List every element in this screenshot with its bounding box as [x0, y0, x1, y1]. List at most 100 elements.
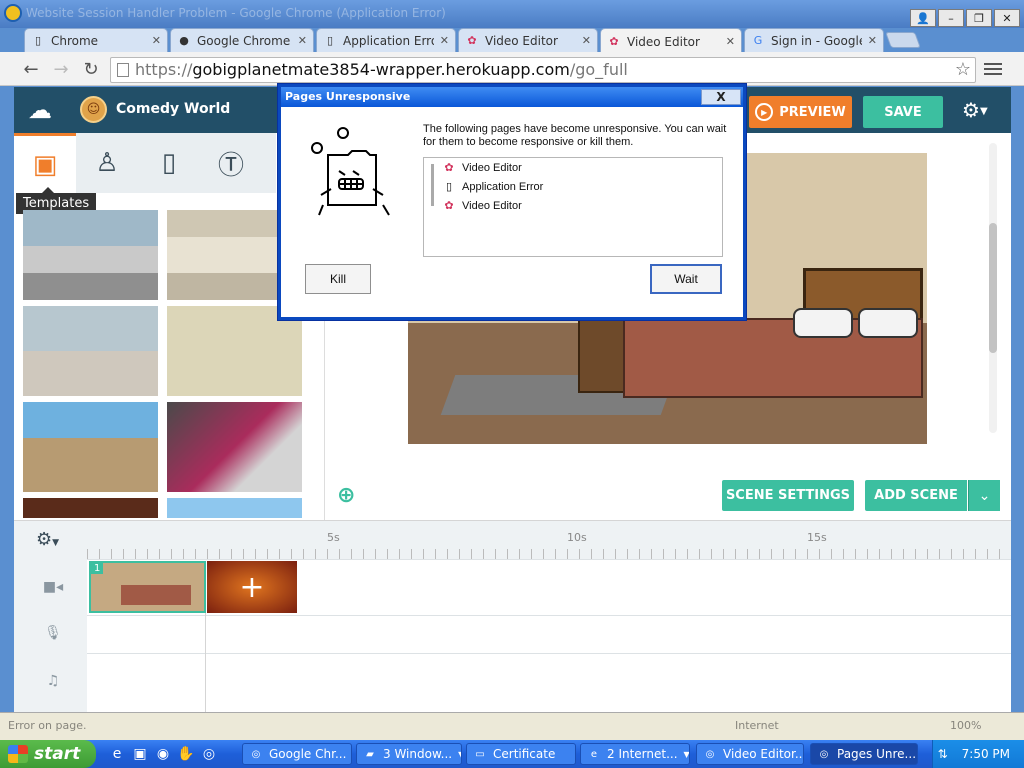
status-error-text[interactable]: Error on page. — [8, 719, 86, 732]
kill-button[interactable]: Kill — [305, 264, 371, 294]
maximize-button[interactable]: ❐ — [966, 9, 992, 27]
close-window-button[interactable]: ✕ — [994, 9, 1020, 27]
voice-track — [87, 615, 1011, 653]
track-divider — [205, 613, 206, 712]
address-bar[interactable]: https://gobigplanetmate3854-wrapper.hero… — [110, 57, 976, 83]
taskbar-item-label: Video Editor... — [723, 747, 804, 761]
preview-button[interactable]: ▶ PREVIEW — [749, 96, 852, 128]
forward-button[interactable]: → — [50, 58, 72, 80]
start-button[interactable]: start — [0, 740, 96, 768]
stage-scrollbar-thumb[interactable] — [989, 223, 997, 353]
scene-clip[interactable]: 1 — [89, 561, 206, 613]
clip-number: 1 — [91, 563, 104, 574]
dialog-close-button[interactable]: X — [701, 89, 741, 105]
status-zoom-text[interactable]: 100% — [950, 719, 981, 732]
minimize-button[interactable]: – — [938, 9, 964, 27]
tab-video-editor-active[interactable]: ✿ Video Editor ✕ — [600, 28, 742, 54]
tab-application-error[interactable]: ▯ Application Error ✕ — [316, 28, 456, 52]
template-thumbnail[interactable] — [167, 402, 302, 492]
chevron-down-icon: ▼ — [683, 749, 690, 759]
template-thumbnail[interactable] — [23, 498, 158, 518]
puzzle-icon: ✿ — [444, 200, 454, 212]
dialog-title: Pages Unresponsive X — [281, 87, 743, 107]
taskbar-item[interactable]: ◎ Google Chr... — [242, 743, 352, 765]
url-path: /go_full — [569, 60, 628, 79]
list-scrollbar[interactable] — [431, 164, 434, 206]
page-icon: ▯ — [445, 181, 453, 193]
tab-google-chrome[interactable]: ● Google Chrome - D ✕ — [170, 28, 314, 52]
tab-sign-in-google[interactable]: G Sign in - Google A ✕ — [744, 28, 884, 52]
settings-dropdown[interactable]: ⚙▼ — [962, 98, 988, 122]
window-title: Website Session Handler Problem - Google… — [26, 6, 446, 20]
tab-video-editor-1[interactable]: ✿ Video Editor ✕ — [458, 28, 598, 52]
save-button[interactable]: SAVE — [863, 96, 943, 128]
pages-unresponsive-dialog: Pages Unresponsive X The following pages… — [278, 84, 746, 320]
avatar[interactable]: ☺ — [80, 96, 107, 123]
player-icon[interactable]: ◉ — [154, 745, 172, 763]
close-tab-icon[interactable]: ✕ — [152, 34, 161, 47]
tab-chrome[interactable]: ▯ Chrome ✕ — [24, 28, 168, 52]
unresponsive-pages-list[interactable]: ✿ Video Editor ▯ Application Error ✿ Vid… — [423, 157, 723, 257]
tab-text[interactable]: Ⓣ — [200, 133, 262, 193]
tab-characters[interactable]: ♙ — [76, 133, 138, 193]
folder-icon: ▰ — [366, 748, 374, 760]
close-tab-icon[interactable]: ✕ — [440, 34, 449, 47]
list-item[interactable]: ✿ Video Editor — [442, 196, 521, 215]
taskbar-item-label: 3 Window... — [383, 747, 453, 761]
list-item-label: Application Error — [462, 180, 544, 193]
hand-icon[interactable]: ✋ — [177, 745, 195, 763]
close-tab-icon[interactable]: ✕ — [298, 34, 307, 47]
media-icon[interactable]: ▣ — [131, 745, 149, 763]
bookmark-star-icon[interactable]: ☆ — [955, 58, 971, 82]
ie-icon[interactable]: e — [108, 745, 126, 763]
taskbar-item-label: Certificate — [493, 747, 556, 761]
chrome-menu-icon[interactable] — [984, 60, 1002, 78]
timeline-settings[interactable]: ⚙▼ — [36, 529, 59, 550]
close-tab-icon[interactable]: ✕ — [726, 35, 735, 48]
url-host: gobigplanetmate3854-wrapper.herokuapp.co… — [192, 60, 570, 79]
close-tab-icon[interactable]: ✕ — [582, 34, 591, 47]
page-icon: ▯ — [34, 34, 42, 47]
profile-button[interactable]: 👤 — [910, 9, 936, 27]
ie-icon: e — [590, 748, 598, 760]
template-thumbnail[interactable] — [23, 210, 158, 300]
ruler-label: 5s — [327, 531, 340, 544]
timeline-ruler[interactable]: 5s 10s 15s — [87, 521, 1011, 559]
add-clip-button[interactable]: + — [207, 561, 297, 613]
tab-label: Video Editor — [627, 34, 700, 49]
taskbar-item[interactable]: ◎ Video Editor... — [696, 743, 804, 765]
add-scene-dropdown[interactable]: ⌄ — [968, 480, 1000, 511]
close-tab-icon[interactable]: ✕ — [868, 34, 877, 47]
network-icon[interactable]: ⇅ — [938, 747, 948, 761]
taskbar-item[interactable]: ▭ Certificate — [466, 743, 576, 765]
wait-button[interactable]: Wait — [650, 264, 722, 294]
list-item[interactable]: ✿ Video Editor — [442, 158, 521, 177]
ie-status-bar: Error on page. Internet 100% — [0, 712, 1024, 740]
new-tab-button[interactable] — [885, 32, 921, 48]
back-button[interactable]: ← — [20, 58, 42, 80]
browser-toolbar: ← → ↻ https://gobigplanetmate3854-wrappe… — [0, 52, 1024, 86]
taskbar-item[interactable]: ▰ 3 Window... ▼ — [356, 743, 462, 765]
project-name[interactable]: Comedy World — [116, 101, 230, 117]
tab-label: Sign in - Google A — [771, 33, 862, 48]
reload-button[interactable]: ↻ — [80, 58, 102, 80]
add-scene-button[interactable]: ADD SCENE — [865, 480, 967, 511]
clip-preview — [121, 585, 191, 605]
scene-settings-button[interactable]: SCENE SETTINGS — [722, 480, 854, 511]
list-item[interactable]: ▯ Application Error — [442, 177, 543, 196]
tab-templates[interactable]: ▣ — [14, 133, 76, 193]
template-thumbnail[interactable] — [167, 498, 302, 518]
clock[interactable]: 7:50 PM — [962, 747, 1010, 761]
page-icon — [117, 63, 129, 77]
template-thumbnail[interactable] — [23, 306, 158, 396]
taskbar-item-active[interactable]: ◎ Pages Unre... — [810, 743, 918, 765]
tab-props[interactable]: ▯ — [138, 133, 200, 193]
zoom-in-icon[interactable]: ⊕ — [337, 483, 359, 508]
taskbar-item[interactable]: e 2 Internet... ▼ — [580, 743, 690, 765]
puzzle-icon: ✿ — [609, 35, 619, 48]
template-thumbnail[interactable] — [23, 402, 158, 492]
url-scheme: https:// — [135, 60, 193, 79]
chevron-down-icon: ▼ — [458, 750, 461, 759]
chrome-icon[interactable]: ◎ — [200, 745, 218, 763]
cloud-upload-icon[interactable]: ☁ — [22, 96, 58, 124]
